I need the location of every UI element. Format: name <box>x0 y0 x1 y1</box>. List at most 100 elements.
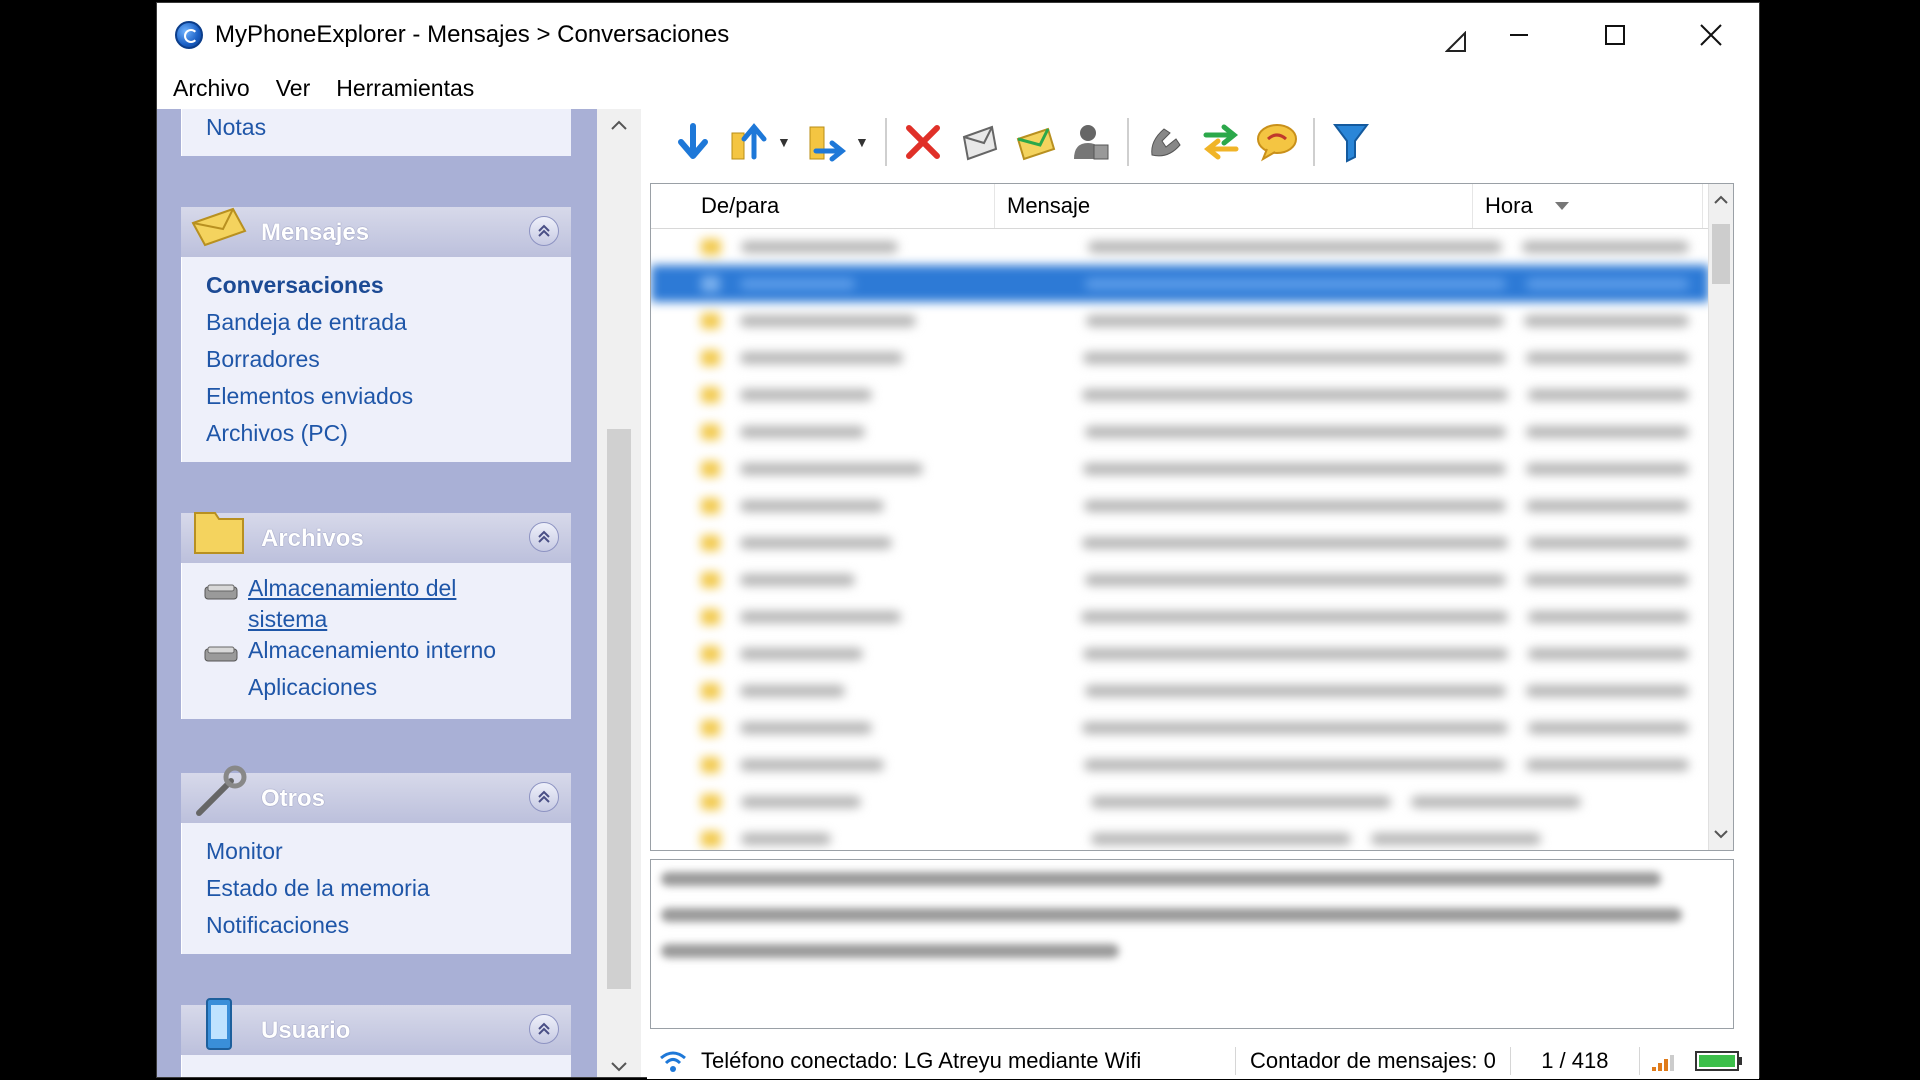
table-row[interactable] <box>651 635 1709 672</box>
table-row[interactable] <box>651 820 1709 850</box>
sidebar-item-elementos-enviados[interactable]: Elementos enviados <box>182 378 571 415</box>
call-button[interactable] <box>1137 114 1193 170</box>
contact-cell <box>740 351 904 364</box>
move-button[interactable] <box>799 114 855 170</box>
message-cell <box>1085 314 1504 327</box>
scroll-down-icon[interactable] <box>609 1057 629 1072</box>
conversation-icon <box>701 608 720 625</box>
table-row[interactable] <box>651 672 1709 709</box>
message-cell <box>1082 721 1509 734</box>
table-row[interactable] <box>651 302 1709 339</box>
delete-button[interactable] <box>895 114 951 170</box>
sidebar-item-archivos-pc[interactable]: Archivos (PC) <box>182 415 571 452</box>
minimize-button[interactable] <box>1471 3 1567 67</box>
sidebar-scrollbar[interactable] <box>597 109 641 1077</box>
upload-dropdown-icon[interactable]: ▼ <box>777 134 799 150</box>
contact-cell <box>741 832 831 845</box>
contact-cell <box>741 795 861 808</box>
table-row[interactable] <box>651 561 1709 598</box>
sync-icon <box>1203 124 1239 160</box>
table-row[interactable] <box>651 783 1709 820</box>
panel-header-mensajes[interactable]: Mensajes <box>181 207 571 257</box>
message-cell <box>1085 277 1507 290</box>
scroll-up-icon[interactable] <box>1709 192 1733 208</box>
menu-ver[interactable]: Ver <box>266 75 321 102</box>
table-row[interactable] <box>651 598 1709 635</box>
collapse-usuario-button[interactable] <box>529 1014 559 1044</box>
table-row[interactable] <box>651 450 1709 487</box>
menu-archivo[interactable]: Archivo <box>163 75 260 102</box>
list-scroll-thumb[interactable] <box>1712 224 1730 284</box>
menu-herramientas[interactable]: Herramientas <box>326 75 484 102</box>
contact-button[interactable] <box>1063 114 1119 170</box>
maximize-button[interactable] <box>1567 3 1663 67</box>
table-row[interactable] <box>651 524 1709 561</box>
table-row[interactable] <box>651 709 1709 746</box>
call-icon <box>1151 128 1181 157</box>
time-cell <box>1523 314 1689 327</box>
table-row[interactable] <box>651 265 1709 302</box>
table-row[interactable] <box>651 339 1709 376</box>
sidebar-item-monitor[interactable]: Monitor <box>182 833 571 870</box>
sidebar-scroll-thumb[interactable] <box>607 429 631 989</box>
scroll-up-icon[interactable] <box>609 115 629 130</box>
contact-cell <box>739 647 863 660</box>
table-row[interactable] <box>651 376 1709 413</box>
sync-button[interactable] <box>1193 114 1249 170</box>
upload-button[interactable] <box>721 114 777 170</box>
column-de-para[interactable]: De/para <box>651 184 995 228</box>
contact-cell <box>740 684 846 697</box>
sidebar-item-almacenamiento-interno[interactable]: Almacenamiento interno <box>182 635 571 672</box>
sidebar-item-conversaciones[interactable]: Conversaciones <box>182 267 571 304</box>
contact-cell <box>739 536 892 549</box>
message-cell <box>1084 425 1507 438</box>
table-row[interactable] <box>651 228 1709 265</box>
table-row[interactable] <box>651 413 1709 450</box>
close-button[interactable] <box>1663 3 1759 67</box>
sidebar-item-estado-memoria[interactable]: Estado de la memoria <box>182 870 571 907</box>
sidebar-item-borradores[interactable]: Borradores <box>182 341 571 378</box>
panel-header-usuario[interactable]: Usuario <box>181 998 571 1055</box>
panel-header-otros[interactable]: Otros <box>181 765 571 823</box>
sidebar-item-notas[interactable]: Notas <box>182 109 571 146</box>
collapse-mensajes-button[interactable] <box>529 216 559 246</box>
conversation-icon <box>701 682 721 699</box>
toolbar: ▼ ▼ <box>647 109 1759 175</box>
collapse-otros-button[interactable] <box>529 782 559 812</box>
sidebar-item-almacenamiento-sistema[interactable]: Almacenamiento del sistema <box>182 573 571 635</box>
contact-cell <box>740 462 923 475</box>
toolbar-separator <box>1313 118 1315 166</box>
sidebar-item-aplicaciones[interactable]: Aplicaciones <box>182 672 571 709</box>
panel-mensajes: Mensajes Conversaciones Bandeja de entra… <box>181 207 571 462</box>
sort-desc-icon <box>1554 202 1569 210</box>
conversation-list[interactable]: De/para Mensaje Hora <box>650 183 1734 851</box>
contact-cell <box>740 425 865 438</box>
table-row[interactable] <box>651 746 1709 783</box>
drive-icon <box>204 584 238 600</box>
move-icon <box>809 126 847 162</box>
sidebar-item-notificaciones[interactable]: Notificaciones <box>182 907 571 944</box>
time-cell <box>1528 647 1689 660</box>
download-button[interactable] <box>665 114 721 170</box>
conversation-icon <box>701 534 720 551</box>
panel-header-archivos[interactable]: Archivos <box>181 512 571 563</box>
column-hora[interactable]: Hora <box>1473 184 1703 228</box>
list-scrollbar[interactable] <box>1708 184 1733 850</box>
chat-button[interactable] <box>1249 114 1305 170</box>
forward-button[interactable] <box>1007 114 1063 170</box>
contact-cell <box>740 240 899 253</box>
panel-title-otros: Otros <box>261 785 326 812</box>
collapse-archivos-button[interactable] <box>529 522 559 552</box>
panel-title-mensajes: Mensajes <box>261 219 370 246</box>
sidebar-item-bandeja-entrada[interactable]: Bandeja de entrada <box>182 304 571 341</box>
chevron-up-icon <box>538 790 550 803</box>
scroll-down-icon[interactable] <box>1709 826 1733 842</box>
conversation-icon <box>701 275 721 292</box>
toolbar-separator <box>1127 118 1129 166</box>
time-cell <box>1526 425 1689 438</box>
reply-button[interactable] <box>951 114 1007 170</box>
table-row[interactable] <box>651 487 1709 524</box>
column-mensaje[interactable]: Mensaje <box>995 184 1473 228</box>
filter-button[interactable] <box>1323 114 1379 170</box>
move-dropdown-icon[interactable]: ▼ <box>855 134 877 150</box>
